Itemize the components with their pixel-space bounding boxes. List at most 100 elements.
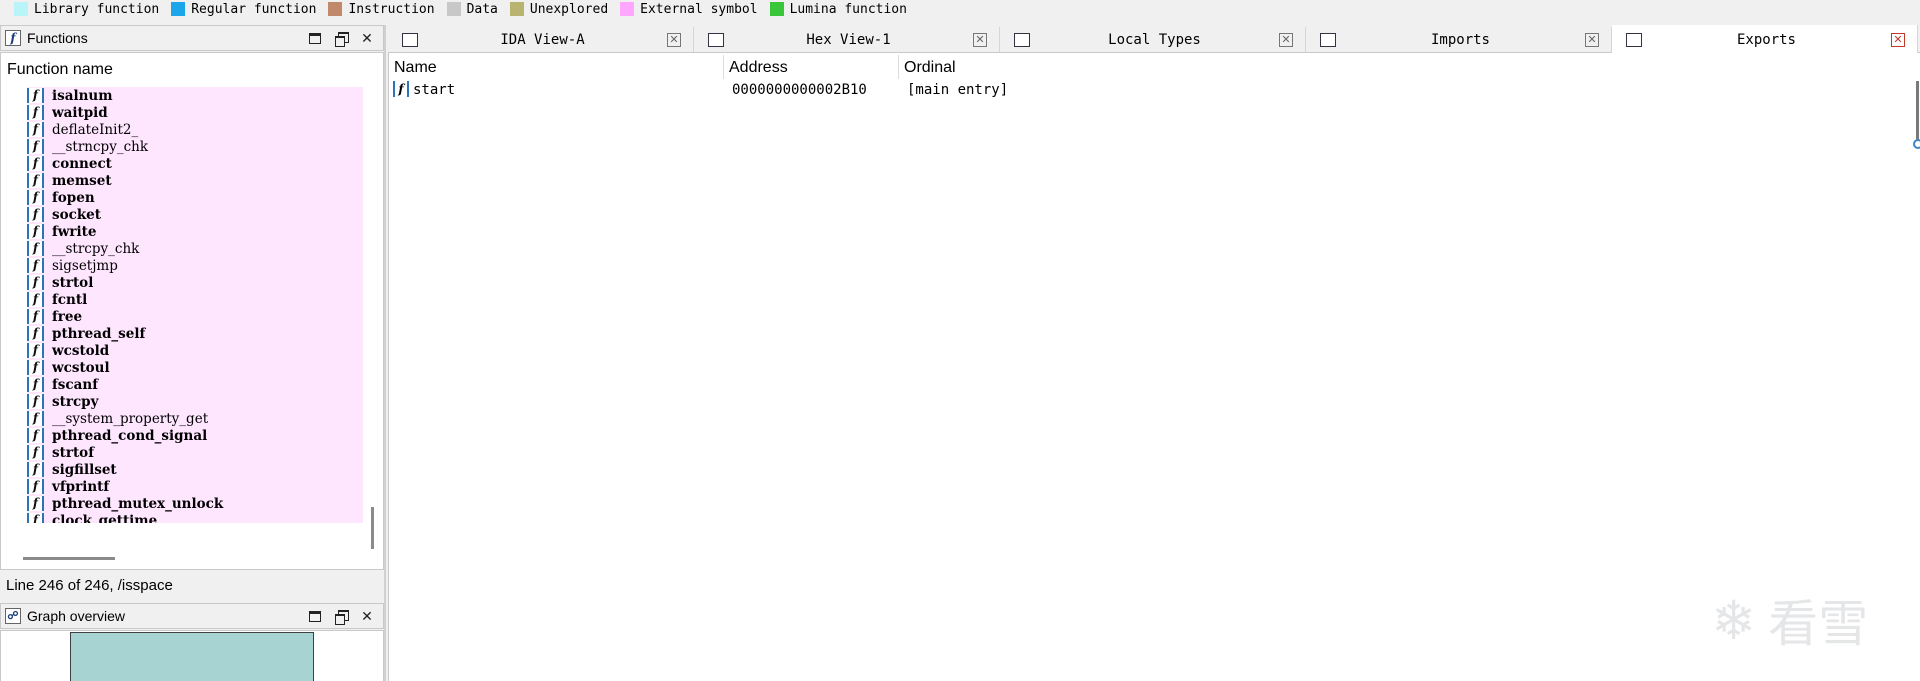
list-item[interactable]: f fwrite [27, 223, 363, 240]
list-item[interactable]: f socket [27, 206, 363, 223]
legend-label: Library function [34, 1, 160, 17]
graph-overview-canvas[interactable] [0, 630, 384, 681]
function-name: fwrite [52, 223, 97, 240]
graph-viewport[interactable] [70, 632, 314, 681]
legend-item: Regular function [171, 2, 316, 17]
tab-close-icon[interactable]: ✕ [1585, 32, 1599, 47]
column-header-address[interactable]: Address [729, 59, 788, 77]
snowflake-icon: ❄ [1711, 588, 1757, 652]
tab-icon [708, 32, 724, 47]
function-name: vfprintf [52, 478, 110, 495]
close-icon: ✕ [361, 29, 373, 46]
legend-swatch [446, 2, 461, 16]
tab-close-icon[interactable]: ✕ [1279, 32, 1293, 47]
graph-overview-titlebar[interactable]: ☍ Graph overview ✕ [0, 603, 384, 629]
scrollbar-thumb[interactable] [371, 507, 374, 549]
close-button[interactable]: ✕ [357, 28, 377, 48]
column-separator[interactable] [723, 55, 724, 79]
column-separator[interactable] [898, 55, 899, 79]
maximize-icon [309, 610, 321, 622]
close-icon: ✕ [361, 607, 373, 624]
function-name: pthread_cond_signal [52, 427, 208, 444]
list-item[interactable]: f sigsetjmp [27, 257, 363, 274]
vertical-scrollbar[interactable] [369, 87, 377, 549]
legend-item: Library function [14, 2, 159, 17]
horizontal-scrollbar[interactable] [23, 557, 115, 560]
list-item[interactable]: f connect [27, 155, 363, 172]
exports-view[interactable]: Name Address Ordinal f start 00000000000… [388, 53, 1920, 681]
panel-splitter[interactable] [384, 25, 386, 681]
list-item[interactable]: f wcstold [27, 342, 363, 359]
list-item[interactable]: f wcstoul [27, 359, 363, 376]
tab-imports[interactable]: Imports ✕ [1306, 27, 1612, 52]
function-name: isalnum [52, 87, 113, 104]
tab-label: Imports [1430, 31, 1490, 48]
list-item[interactable]: f free [27, 308, 363, 325]
column-header-function-name[interactable]: Function name [7, 61, 113, 79]
function-name: pthread_mutex_unlock [52, 495, 224, 512]
functions-list[interactable]: Function name f isalnum f waitpid f deflateIn… [0, 52, 384, 570]
function-icon: f [27, 411, 44, 426]
functions-title: Functions [27, 30, 88, 46]
tab-exports[interactable]: Exports ✕ [1612, 25, 1918, 54]
column-header-name[interactable]: Name [394, 59, 437, 77]
function-name: memset [52, 172, 112, 189]
list-item[interactable]: f waitpid [27, 104, 363, 121]
legend-label: Instruction [348, 1, 435, 17]
tab-label: Exports [1736, 31, 1796, 48]
list-item[interactable]: f strtof [27, 444, 363, 461]
tab-icon [1320, 32, 1336, 47]
list-item[interactable]: f pthread_cond_signal [27, 427, 363, 444]
legend-swatch [769, 2, 784, 16]
list-item[interactable]: f isalnum [27, 87, 363, 104]
tab-close-icon[interactable]: ✕ [667, 32, 681, 47]
list-item[interactable]: f fcntl [27, 291, 363, 308]
functions-titlebar[interactable]: f Functions ✕ [0, 25, 384, 51]
legend-item: Data [446, 2, 498, 17]
column-header-ordinal[interactable]: Ordinal [904, 59, 956, 77]
tab-local-types[interactable]: Local Types ✕ [1000, 27, 1306, 52]
list-item[interactable]: f deflateInit2_ [27, 121, 363, 138]
list-item[interactable]: f fscanf [27, 376, 363, 393]
legend-item: Instruction [328, 1, 435, 17]
list-item[interactable]: f pthread_self [27, 325, 363, 342]
tab-hex-view-1[interactable]: Hex View-1 ✕ [694, 27, 1000, 52]
export-address: 0000000000002B10 [732, 82, 867, 98]
legend-item: External symbol [620, 2, 758, 17]
legend-swatch [14, 2, 28, 16]
maximize-button[interactable] [305, 606, 325, 626]
list-item[interactable]: f strcpy [27, 393, 363, 410]
scrollbar-handle[interactable] [1913, 139, 1920, 149]
scrollbar-track[interactable] [1916, 81, 1919, 141]
list-item[interactable]: f __strncpy_chk [27, 138, 363, 155]
tab-label: IDA View-A [500, 31, 585, 48]
legend-label: Lumina function [789, 1, 907, 17]
list-item[interactable]: f pthread_mutex_unlock [27, 495, 363, 512]
float-button[interactable] [331, 28, 351, 48]
float-button[interactable] [331, 606, 351, 626]
maximize-button[interactable] [305, 28, 325, 48]
table-row[interactable]: f start 0000000000002B10 [main entry] [393, 81, 1293, 99]
list-item[interactable]: f sigfillset [27, 461, 363, 478]
list-item[interactable]: f __system_property_get [27, 410, 363, 427]
tab-bar: IDA View-A ✕ Hex View-1 ✕ Local Types ✕ Import… [388, 25, 1920, 54]
list-item[interactable]: f clock_gettime [27, 512, 363, 523]
tab-close-icon[interactable]: ✕ [973, 32, 987, 47]
function-name: sigfillset [52, 461, 117, 478]
function-name: sigsetjmp [52, 257, 118, 274]
tab-ida-view-a[interactable]: IDA View-A ✕ [388, 27, 694, 52]
function-icon: f [27, 394, 44, 409]
function-name: __strcpy_chk [52, 240, 140, 257]
vertical-scrollbar[interactable] [1913, 81, 1920, 201]
list-item[interactable]: f memset [27, 172, 363, 189]
list-item[interactable]: f fopen [27, 189, 363, 206]
tab-icon [1626, 32, 1642, 47]
function-icon: f [27, 190, 44, 205]
close-button[interactable]: ✕ [357, 606, 377, 626]
tab-close-icon[interactable]: ✕ [1891, 32, 1905, 47]
function-icon: f [27, 275, 44, 290]
list-item[interactable]: f vfprintf [27, 478, 363, 495]
list-item[interactable]: f strtol [27, 274, 363, 291]
list-item[interactable]: f __strcpy_chk [27, 240, 363, 257]
function-name: waitpid [52, 104, 108, 121]
